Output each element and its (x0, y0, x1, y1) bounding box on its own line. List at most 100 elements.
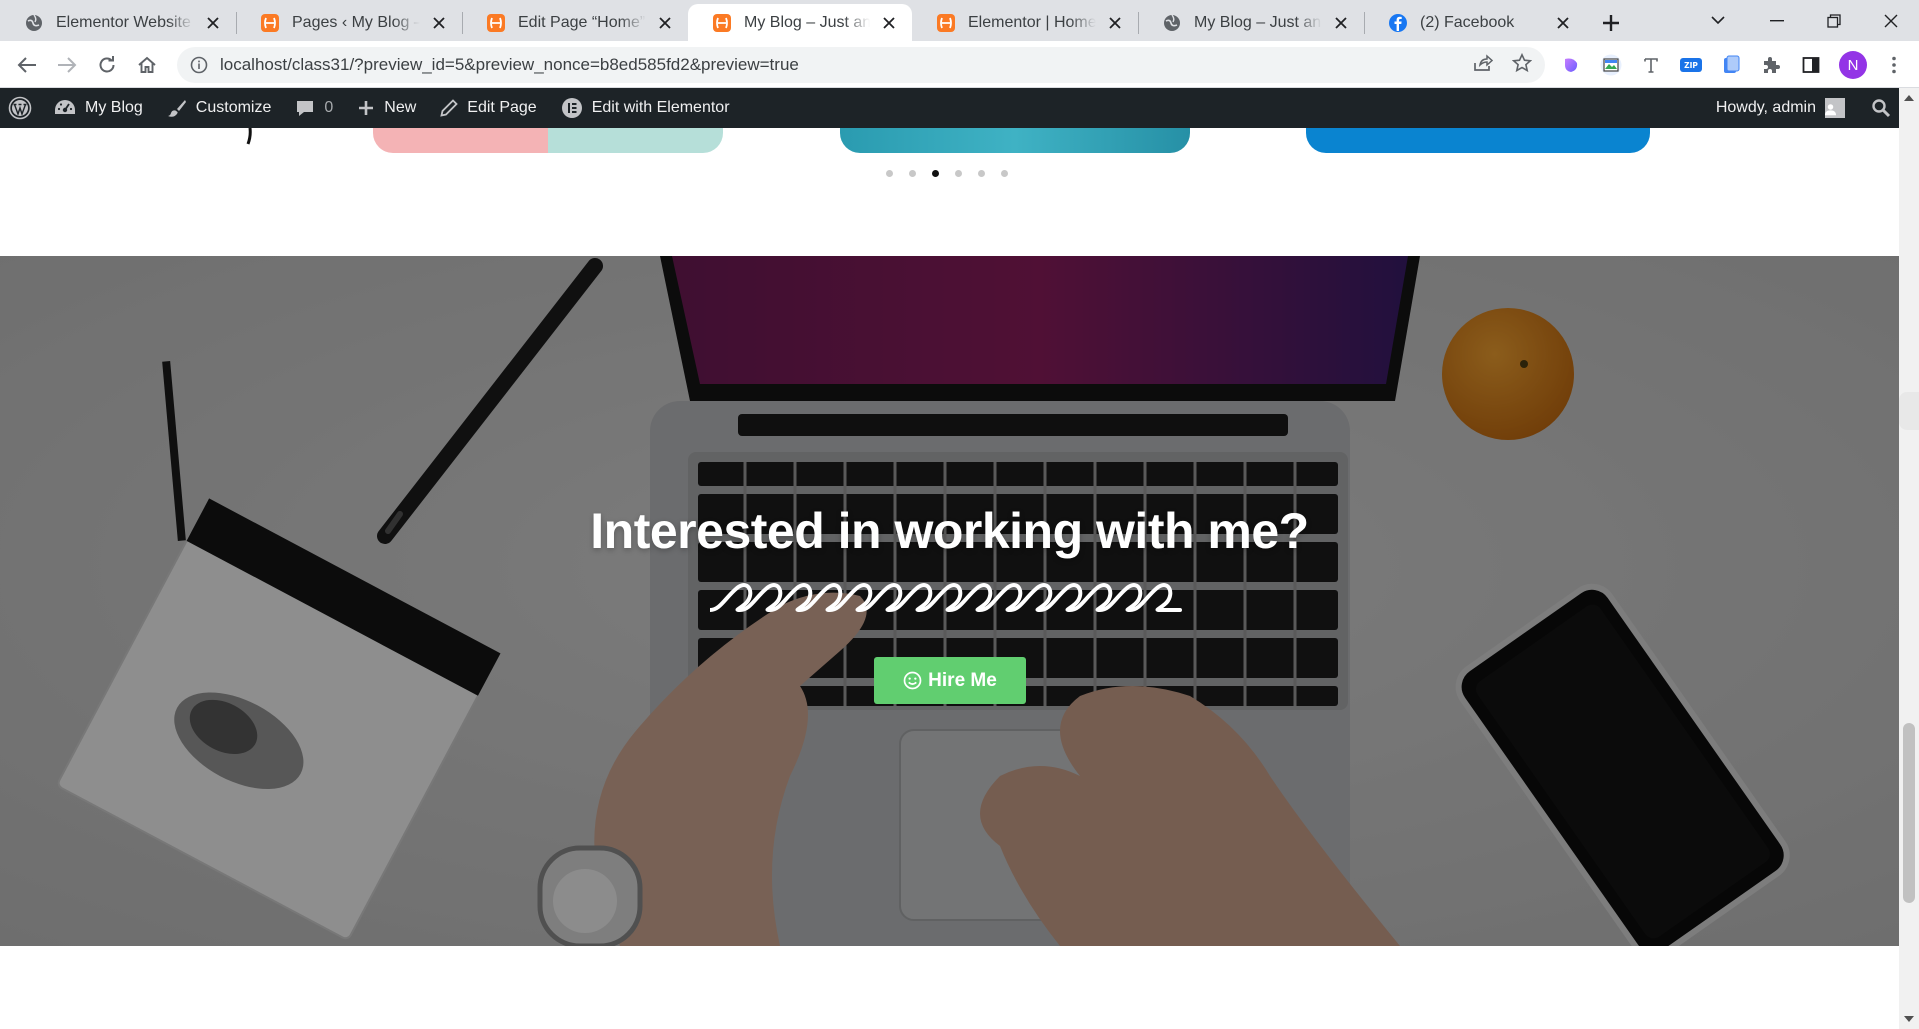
close-icon[interactable] (1102, 10, 1128, 36)
elementor-icon (561, 98, 582, 118)
cta-section: Interested in working with me? Hire Me (0, 256, 1899, 946)
site-name-menu[interactable]: My Blog (42, 88, 155, 128)
side-panel-handle[interactable] (1899, 392, 1919, 430)
wp-admin-bar: My Blog Customize 0 New Edit Page Edit w… (0, 88, 1899, 128)
image-icon (1600, 54, 1622, 76)
minimize-button[interactable] (1749, 0, 1805, 41)
restore-button[interactable] (1806, 0, 1862, 41)
restore-icon (1827, 13, 1841, 28)
pencil-icon (440, 99, 459, 117)
close-icon[interactable] (1550, 10, 1576, 36)
info-icon[interactable] (189, 55, 209, 75)
share-icon (1474, 54, 1493, 71)
customize-label: Customize (195, 99, 272, 116)
carousel-dot[interactable] (955, 170, 962, 177)
wp-logo-menu[interactable] (0, 88, 42, 128)
carousel-dot[interactable] (1001, 170, 1008, 177)
carousel-card[interactable] (373, 128, 723, 153)
my-account-menu[interactable]: Howdy, admin (1704, 88, 1857, 128)
bookmark-button[interactable] (1508, 49, 1536, 77)
scroll-down-arrow[interactable] (1899, 1011, 1919, 1027)
squiggle-divider (710, 583, 1182, 613)
carousel-image-fragment (246, 128, 252, 145)
close-icon[interactable] (652, 10, 678, 36)
tab-search-button[interactable] (1690, 0, 1746, 41)
new-content-menu[interactable]: New (345, 88, 428, 128)
carousel-card[interactable] (1306, 128, 1650, 153)
xampp-icon (260, 13, 280, 33)
close-icon[interactable] (876, 10, 902, 36)
globe-icon (24, 13, 44, 33)
profile-avatar[interactable]: N (1839, 51, 1867, 79)
carousel-dot-active[interactable] (932, 170, 939, 177)
edit-page-label: Edit Page (467, 99, 537, 116)
new-tab-button[interactable] (1593, 6, 1629, 39)
edit-page-link[interactable]: Edit Page (428, 88, 548, 128)
side-panel-icon (1802, 57, 1820, 73)
browser-toolbar: localhost/class31/?preview_id=5&preview_… (0, 41, 1919, 88)
browser-tab[interactable]: Pages ‹ My Blog — W (236, 4, 462, 41)
admin-search-button[interactable] (1857, 88, 1899, 128)
extension-image-button[interactable] (1597, 51, 1625, 79)
url-text[interactable]: localhost/class31/?preview_id=5&preview_… (220, 55, 799, 75)
carousel-dot[interactable] (909, 170, 916, 177)
search-icon (1872, 99, 1891, 118)
customize-link[interactable]: Customize (155, 88, 284, 128)
browser-tab[interactable]: Elementor Website Bu (0, 4, 236, 41)
browser-tab[interactable]: My Blog – Just anothe (1138, 4, 1364, 41)
browser-tab[interactable]: Elementor | Home (912, 4, 1138, 41)
extensions-button[interactable] (1757, 51, 1785, 79)
address-bar[interactable]: localhost/class31/?preview_id=5&preview_… (177, 47, 1545, 83)
hire-me-button[interactable]: Hire Me (874, 657, 1026, 704)
paintbrush-icon (167, 100, 186, 117)
browser-tab[interactable]: Edit Page “Home” ‹ M (462, 4, 688, 41)
extension-clipboard-button[interactable] (1717, 51, 1745, 79)
svg-text:ZIP: ZIP (1684, 61, 1698, 70)
zip-icon: ZIP (1680, 58, 1702, 72)
browser-tab[interactable]: (2) Facebook (1364, 4, 1586, 41)
tab-title: Edit Page “Home” ‹ M (518, 13, 646, 32)
arrow-right-icon (58, 57, 77, 73)
reload-button[interactable] (91, 49, 123, 81)
share-button[interactable] (1469, 49, 1497, 77)
carousel-dot[interactable] (886, 170, 893, 177)
extension-font-button[interactable] (1637, 51, 1665, 79)
page-scrollbar[interactable] (1899, 88, 1919, 1029)
carousel-card[interactable] (840, 128, 1190, 153)
tab-strip: Elementor Website Bu Pages ‹ My Blog — W… (0, 0, 1919, 41)
facebook-icon (1388, 13, 1408, 33)
tab-title: My Blog – Just anothe (1194, 13, 1322, 32)
clipboard-icon (1724, 55, 1740, 73)
back-button[interactable] (11, 49, 43, 81)
admin-bar-secondary: Howdy, admin (1704, 88, 1899, 128)
tab-title: Elementor Website Bu (56, 13, 194, 32)
close-icon[interactable] (426, 10, 452, 36)
gradient-drop-icon (1565, 58, 1578, 72)
cta-content: Interested in working with me? Hire Me (0, 256, 1899, 946)
home-button[interactable] (131, 49, 163, 81)
kebab-menu-icon (1892, 56, 1896, 74)
close-window-button[interactable] (1863, 0, 1919, 41)
new-label: New (384, 99, 417, 116)
edit-with-elementor-link[interactable]: Edit with Elementor (549, 88, 742, 128)
tab-title: Elementor | Home (968, 13, 1096, 32)
scroll-up-arrow[interactable] (1899, 90, 1919, 106)
close-icon[interactable] (1328, 10, 1354, 36)
globe-icon (1162, 13, 1182, 33)
smile-icon (903, 671, 922, 690)
star-icon (1512, 53, 1532, 73)
forward-button[interactable] (51, 49, 83, 81)
side-panel-button[interactable] (1797, 51, 1825, 79)
close-icon[interactable] (200, 10, 226, 36)
browser-tab-active[interactable]: My Blog – Just anothe (688, 4, 912, 41)
tab-title: My Blog – Just anothe (744, 13, 870, 32)
scroll-thumb[interactable] (1903, 723, 1915, 903)
carousel-dot[interactable] (978, 170, 985, 177)
extension-zip-button[interactable]: ZIP (1677, 51, 1705, 79)
browser-menu-button[interactable] (1880, 51, 1908, 79)
comments-count: 0 (324, 99, 334, 116)
comments-link[interactable]: 0 (283, 88, 345, 128)
extension-color-button[interactable] (1557, 51, 1585, 79)
plus-icon (1603, 14, 1619, 31)
user-avatar-icon (1825, 98, 1845, 118)
